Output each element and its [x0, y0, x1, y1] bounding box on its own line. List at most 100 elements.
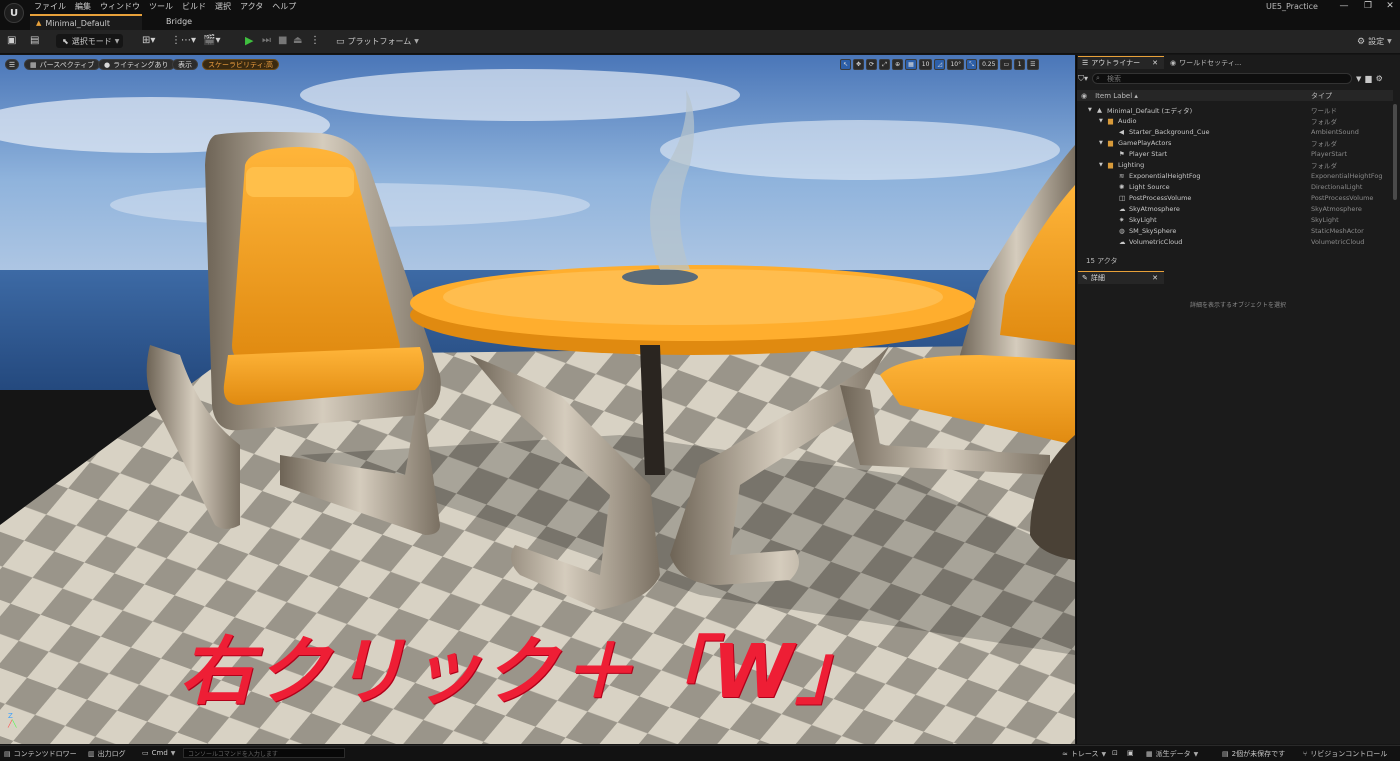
cmd-selector[interactable]: ▭ Cmd ▼	[142, 749, 175, 757]
outliner-row[interactable]: ▼ ▲ Minimal_Default (エディタ) ワールド	[1077, 104, 1393, 115]
platform-button[interactable]: ▭ プラットフォーム ▼	[336, 36, 419, 47]
cinematics-icon[interactable]: 🎬▾	[203, 35, 220, 46]
outliner-search-input[interactable]: ⌕ 検索	[1092, 73, 1353, 84]
select-tool-icon[interactable]: ↖	[840, 59, 852, 70]
outliner-row[interactable]: ◫ PostProcessVolume PostProcessVolume	[1077, 192, 1393, 203]
content-drawer-button[interactable]: ▤ コンテンツドロワー	[4, 749, 77, 759]
lighting-label: ライティングあり	[113, 60, 169, 69]
grid-snap-icon[interactable]: ▦	[905, 59, 917, 70]
mode-select-button[interactable]: ⬉ 選択モード ▼	[56, 34, 123, 48]
blueprint-icon[interactable]: ⋮⋯▾	[171, 35, 196, 46]
actor-icon: ☁	[1119, 237, 1126, 246]
expand-arrow-icon[interactable]: ▼	[1099, 118, 1103, 124]
outliner-row-type: フォルダ	[1311, 117, 1337, 126]
viewport-layout-icon[interactable]: ☰	[1027, 59, 1039, 70]
maximize-icon[interactable]: ❐	[1359, 1, 1377, 11]
eject-icon[interactable]: ⏏	[293, 35, 302, 46]
project-name: UE5_Practice	[1266, 2, 1318, 11]
scale-tool-icon[interactable]: ⤢	[879, 59, 891, 70]
gear-icon[interactable]: ⚙	[1376, 74, 1383, 83]
stop-icon[interactable]: ■	[278, 35, 287, 46]
play-icon[interactable]: ▶	[245, 34, 253, 47]
content-icon[interactable]: ▤	[30, 35, 39, 46]
outliner-row[interactable]: ☁ SkyAtmosphere SkyAtmosphere	[1077, 203, 1393, 214]
close-icon[interactable]: ✕	[1152, 274, 1158, 282]
outliner-row[interactable]: ▼ ▆ GamePlayActors フォルダ	[1077, 137, 1393, 148]
world-space-icon[interactable]: ⊕	[892, 59, 904, 70]
menu-item[interactable]: ヘルプ	[272, 1, 305, 13]
platform-label: プラットフォーム	[347, 37, 412, 46]
menu-item[interactable]: ウィンドウ	[100, 1, 149, 13]
lighting-mode-button[interactable]: ● ライティングあり	[98, 59, 175, 70]
outliner-row[interactable]: ▼ ▆ Audio フォルダ	[1077, 115, 1393, 126]
outliner-row[interactable]: ☁ VolumetricCloud VolumetricCloud	[1077, 236, 1393, 247]
tab-level-label: Minimal_Default	[45, 18, 110, 28]
outliner-scrollbar[interactable]	[1393, 104, 1397, 200]
derived-data-button[interactable]: ▦ 派生データ ▼	[1146, 749, 1198, 759]
menu-item[interactable]: アクタ	[240, 1, 272, 13]
outliner-row-label: PostProcessVolume	[1129, 193, 1192, 202]
output-log-button[interactable]: ▥ 出力ログ	[88, 749, 126, 759]
close-window-icon[interactable]: ✕	[1381, 1, 1399, 11]
menu-item[interactable]: ビルド	[182, 1, 215, 13]
scalability-button[interactable]: スケーラビリティ:高	[202, 59, 279, 70]
unsaved-button[interactable]: ▤ 2個が未保存です	[1222, 749, 1285, 759]
outliner-row[interactable]: ✷ SkyLight SkyLight	[1077, 214, 1393, 225]
column-type[interactable]: タイプ	[1311, 91, 1332, 101]
camera-speed-icon[interactable]: ▭	[1000, 59, 1013, 70]
camera-speed-value[interactable]: 1	[1014, 59, 1026, 70]
outliner-row[interactable]: ▼ ▆ Lighting フォルダ	[1077, 159, 1393, 170]
cpu-icon[interactable]: ▣	[1127, 749, 1134, 757]
save-icon[interactable]: ▣	[7, 35, 16, 46]
gear-icon: ⚙	[1357, 36, 1366, 47]
step-icon[interactable]: ⏭	[262, 35, 271, 46]
revision-control-button[interactable]: ⑂ リビジョンコントロール	[1303, 749, 1387, 759]
actor-icon: ✺	[1119, 182, 1125, 191]
trace-button[interactable]: ≈ トレース ▼	[1062, 749, 1106, 759]
outliner-row-label: SkyLight	[1129, 215, 1157, 224]
menu-item[interactable]: 編集	[75, 1, 100, 13]
console-input[interactable]: コンソールコマンドを入力します	[183, 748, 345, 758]
grid-snap-value[interactable]: 10	[918, 59, 933, 70]
chevron-down-icon[interactable]: ▼	[1356, 75, 1361, 83]
perspective-button[interactable]: ▦ パースペクティブ	[24, 59, 101, 70]
filter-icon[interactable]: ⛉▾	[1078, 74, 1088, 84]
rotate-tool-icon[interactable]: ⟳	[866, 59, 878, 70]
show-button[interactable]: 表示	[172, 59, 198, 70]
expand-arrow-icon[interactable]: ▼	[1099, 162, 1103, 168]
expand-arrow-icon[interactable]: ▼	[1088, 107, 1092, 113]
expand-arrow-icon[interactable]: ▼	[1099, 140, 1103, 146]
revision-control-icon: ⑂	[1303, 750, 1308, 758]
outliner-row[interactable]: ≋ ExponentialHeightFog ExponentialHeightFo…	[1077, 170, 1393, 181]
menu-item[interactable]: ツール	[149, 1, 182, 13]
unreal-logo-icon[interactable]: U	[4, 3, 24, 23]
chevron-down-icon: ▼	[1101, 750, 1107, 758]
derived-data-icon: ▦	[1146, 750, 1153, 758]
outliner-row[interactable]: ◀ Starter_Background_Cue AmbientSound	[1077, 126, 1393, 137]
rotation-snap-value[interactable]: 10°	[947, 59, 965, 70]
add-actor-icon[interactable]: ⊞▾	[142, 35, 155, 46]
menu-item[interactable]: 選択	[215, 1, 240, 13]
viewport-menu-icon[interactable]: ☰	[5, 59, 19, 70]
rotation-snap-icon[interactable]: ◿	[934, 59, 946, 70]
close-icon[interactable]: ✕	[1152, 59, 1158, 67]
menu-item[interactable]: ファイル	[34, 1, 75, 13]
more-options-icon[interactable]: ⋮	[310, 35, 320, 46]
visibility-icon[interactable]: ◉	[1081, 92, 1087, 100]
tab-outliner[interactable]: ☰ アウトライナー ✕	[1078, 56, 1164, 69]
translate-tool-icon[interactable]: ✥	[853, 59, 865, 70]
tab-level[interactable]: ▲ Minimal_Default	[30, 14, 142, 30]
scale-snap-icon[interactable]: ⤡	[966, 59, 978, 70]
column-item-label[interactable]: Item Label ▴	[1095, 92, 1138, 100]
tab-bridge[interactable]: Bridge	[166, 17, 192, 26]
outliner-row[interactable]: ✺ Light Source DirectionalLight	[1077, 181, 1393, 192]
outliner-row[interactable]: ◍ SM_SkySphere StaticMeshActor	[1077, 225, 1393, 236]
tab-details[interactable]: ✎ 詳細 ✕	[1078, 271, 1164, 284]
settings-button[interactable]: ⚙ 設定 ▼	[1357, 36, 1392, 47]
add-folder-icon[interactable]: ▆	[1365, 74, 1371, 83]
tab-world-settings[interactable]: ◉ ワールドセッティ...	[1168, 56, 1241, 69]
outliner-row[interactable]: ⚑ Player Start PlayerStart	[1077, 148, 1393, 159]
bookmark-icon[interactable]: ⊡	[1112, 749, 1118, 757]
scale-snap-value[interactable]: 0.25	[979, 59, 999, 70]
minimize-icon[interactable]: —	[1335, 1, 1353, 11]
